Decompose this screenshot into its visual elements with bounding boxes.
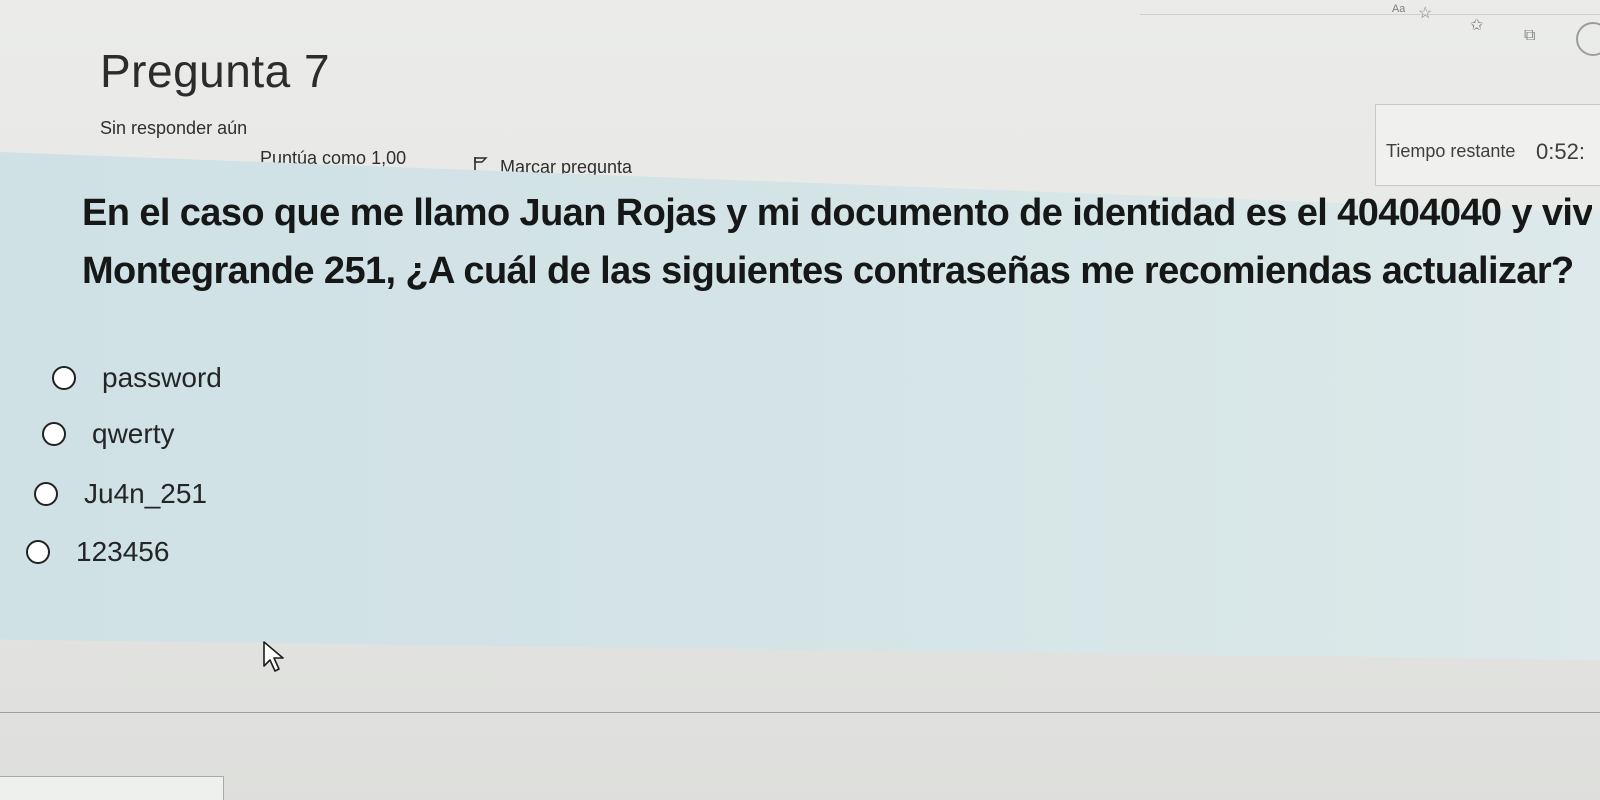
answer-label: Ju4n_251 [84,478,208,509]
answer-option-1[interactable]: password [52,362,222,394]
read-aloud-icon[interactable]: ᴬᵃ [1392,4,1405,20]
browser-toolbar-icons: ᴬᵃ ☆ ✩ ⧉ [1392,4,1600,56]
profile-icon[interactable] [1576,22,1600,56]
answer-option-3[interactable]: Ju4n_251 [34,478,207,510]
bottom-panel [0,776,224,800]
radio-button-icon[interactable] [42,422,66,446]
question-text-line-1: En el caso que me llamo Juan Rojas y mi … [82,192,1592,234]
answer-label: qwerty [92,418,175,449]
section-divider [0,712,1600,713]
answer-label: password [102,362,222,393]
star-favorite-icon[interactable]: ☆ [1418,6,1432,22]
timer-label: Tiempo restante [1386,141,1516,161]
question-state: Sin responder aún [100,118,248,138]
quiz-timer: Tiempo restante 0:52: [1375,104,1600,186]
collections-icon[interactable]: ⧉ [1524,28,1535,44]
radio-button-icon[interactable] [34,482,58,506]
mouse-pointer-icon [263,641,284,672]
question-info: Sin responder aún Puntúa como 1,00 Marca… [0,100,1600,177]
timer-value: 0:52: [1536,139,1585,164]
answer-option-2[interactable]: qwerty [42,418,174,450]
answer-option-4[interactable]: 123456 [26,536,169,568]
quiz-page: ᴬᵃ ☆ ✩ ⧉ Pregunta 7 Sin responder aún Pu… [0,0,1600,800]
question-title: Pregunta 7 [100,45,331,97]
radio-button-icon[interactable] [52,366,76,390]
favorites-icon[interactable]: ✩ [1470,18,1483,34]
question-text: En el caso que me llamo Juan Rojas y mi … [82,184,1592,300]
question-text-line-2: Montegrande 251, ¿A cuál de las siguient… [82,250,1574,292]
answer-label: 123456 [76,536,170,567]
radio-button-icon[interactable] [26,540,50,564]
